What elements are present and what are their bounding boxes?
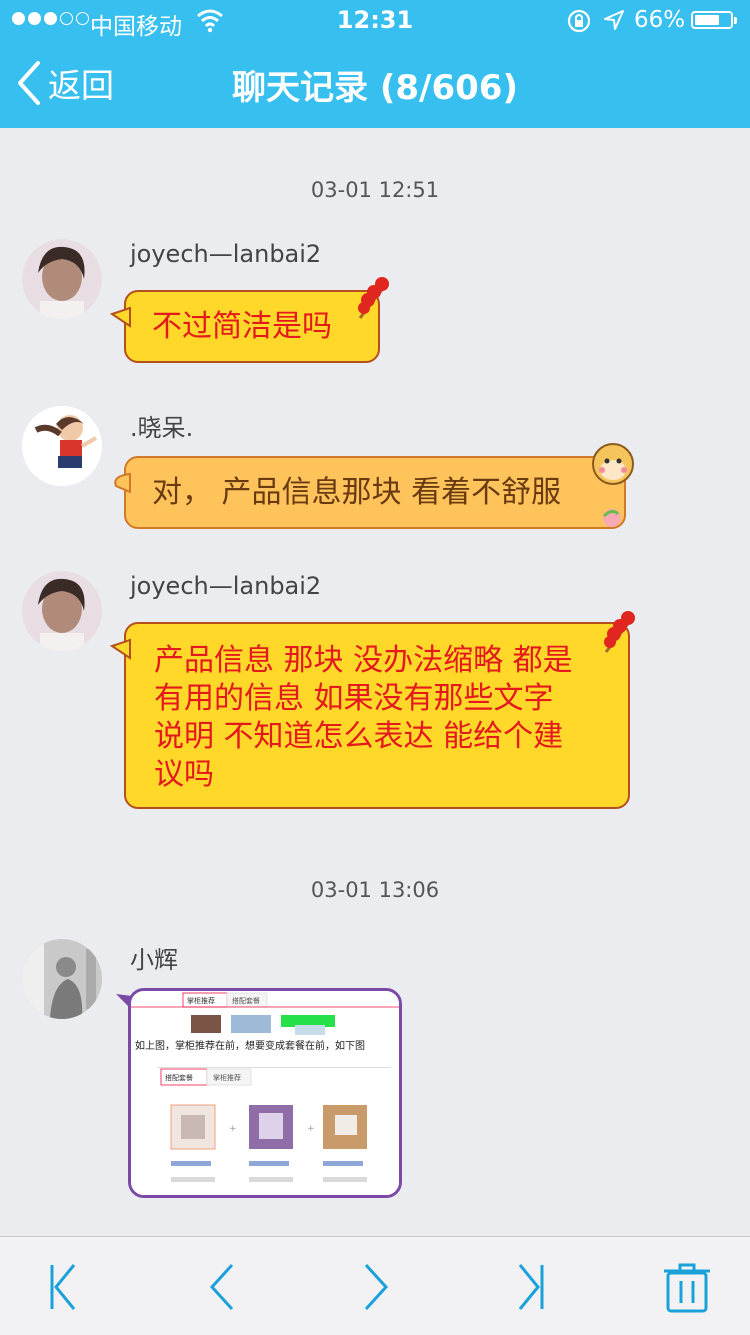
- sender-name: joyech—lanbai2: [130, 572, 322, 600]
- bubble-tail: [110, 638, 131, 660]
- message-line: 说明 不知道怎么表达 能给个建: [154, 719, 564, 754]
- svg-text:+: +: [229, 1124, 237, 1134]
- battery-percent: 66%: [634, 7, 686, 33]
- message-line: 产品信息 那块 没办法缩略 都是: [154, 643, 573, 678]
- previous-page-icon[interactable]: [198, 1261, 248, 1313]
- svg-text:+: +: [307, 1124, 315, 1134]
- avatar[interactable]: [22, 406, 102, 486]
- bottom-toolbar: [0, 1236, 750, 1335]
- message-line: 有用的信息 如果没有那些文字: [154, 681, 554, 716]
- message-text: 不过简洁是吗: [152, 309, 332, 344]
- avatar[interactable]: [22, 239, 102, 319]
- last-page-icon[interactable]: [508, 1261, 558, 1313]
- candied-haw-icon: [358, 277, 390, 319]
- next-page-icon[interactable]: [350, 1261, 400, 1313]
- avatar[interactable]: [22, 939, 102, 1019]
- thumbnail-tab: 掌柜推荐: [213, 1074, 241, 1082]
- header-bar: 中国移动 12:31 66% 返回 聊天记录 (8/606): [0, 0, 750, 128]
- first-page-icon[interactable]: [38, 1261, 88, 1313]
- sender-name: .晓呆.: [130, 414, 194, 442]
- rotation-lock-icon: [567, 9, 591, 33]
- thumbnail-tab: 掌柜推荐: [187, 997, 215, 1005]
- message-bubble[interactable]: 不过简洁是吗: [110, 277, 390, 363]
- thumbnail-tab: 搭配套餐: [165, 1074, 193, 1082]
- status-bar: 中国移动 12:31 66%: [0, 0, 750, 40]
- thumbnail-caption: 如上图，掌柜推荐在前，想要变成套餐在前，如下图: [135, 1041, 365, 1052]
- bubble-tail: [114, 472, 131, 494]
- sender-name: 小辉: [130, 946, 178, 974]
- navigation-bar: 返回 聊天记录 (8/606): [0, 40, 750, 128]
- location-arrow-icon: [604, 10, 624, 30]
- image-message[interactable]: + + 掌柜推荐 搭配套餐 如上图，掌柜推荐在前，想要变成套餐在前，如下图 搭配…: [128, 988, 402, 1198]
- message-timestamp: 03-01 13:06: [310, 878, 440, 902]
- page-title: 聊天记录 (8/606): [232, 68, 518, 108]
- avatar[interactable]: [22, 571, 102, 651]
- bubble-tail: [110, 306, 131, 328]
- candied-haw-icon: [604, 611, 636, 653]
- message-bubble[interactable]: 对， 产品信息那块 看着不舒服: [114, 443, 634, 529]
- sender-name: joyech—lanbai2: [130, 240, 322, 268]
- screenshot-thumbnail: + +: [131, 991, 399, 1195]
- battery-icon: [691, 11, 737, 29]
- message-text: 对， 产品信息那块 看着不舒服: [152, 475, 562, 510]
- monkey-sticker-icon: [592, 443, 634, 527]
- thumbnail-tab: 搭配套餐: [232, 997, 260, 1005]
- message-line: 议吗: [154, 757, 214, 792]
- message-bubble[interactable]: 产品信息 那块 没办法缩略 都是 有用的信息 如果没有那些文字 说明 不知道怎么…: [110, 611, 636, 809]
- message-timestamp: 03-01 12:51: [310, 178, 440, 202]
- trash-icon[interactable]: [662, 1261, 712, 1313]
